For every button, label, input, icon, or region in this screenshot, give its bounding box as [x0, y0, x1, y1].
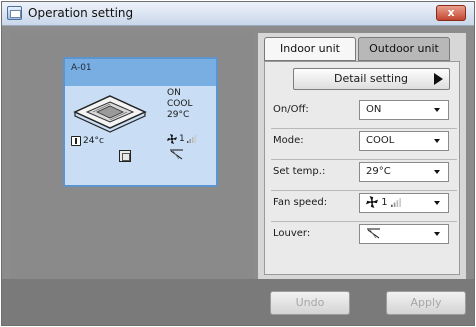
fanspeed-select[interactable]: 1	[359, 193, 449, 213]
fan-level-bars-icon	[390, 197, 401, 207]
fan-icon	[167, 134, 177, 144]
mode-row: Mode: COOL	[271, 129, 457, 160]
unit-preview-panel: A-01 ON COOL 29°C 24°c 1	[11, 33, 253, 279]
settemp-label: Set temp.:	[273, 166, 326, 177]
thermometer-icon	[71, 136, 81, 146]
fan-icon	[366, 196, 378, 208]
mode-label: Mode:	[273, 135, 304, 146]
unit-card[interactable]: A-01 ON COOL 29°C 24°c 1	[63, 57, 218, 187]
onoff-row: On/Off: ON	[271, 98, 457, 129]
room-temperature-value: 24°c	[83, 136, 104, 146]
louver-icon	[367, 228, 380, 239]
unit-name: A-01	[71, 63, 92, 73]
unit-status: ON COOL 29°C	[167, 88, 192, 121]
undo-button[interactable]: Undo	[270, 291, 350, 315]
fanspeed-value: 1	[381, 197, 388, 208]
chevron-down-icon	[434, 170, 440, 174]
mode-value: COOL	[366, 135, 395, 146]
footer-bar: Undo Apply	[2, 279, 474, 325]
settemp-row: Set temp.: 29°C	[271, 160, 457, 191]
ceiling-cassette-icon	[73, 95, 147, 133]
louver-icon	[170, 149, 183, 160]
app-window-icon	[7, 6, 22, 20]
tab-outdoor-unit[interactable]: Outdoor unit	[358, 37, 450, 61]
unit-fan-level: 1	[179, 134, 185, 144]
louver-row: Louver:	[271, 222, 457, 248]
unit-card-body: ON COOL 29°C 24°c 1	[65, 86, 216, 185]
chevron-down-icon	[434, 139, 440, 143]
settemp-value: 29°C	[366, 166, 391, 177]
unit-power-status: ON	[167, 88, 181, 98]
chevron-down-icon	[434, 232, 440, 236]
louver-select[interactable]	[359, 224, 449, 244]
mode-select[interactable]: COOL	[359, 131, 449, 151]
settings-panel: Indoor unit Outdoor unit Detail setting …	[258, 33, 466, 279]
onoff-value: ON	[366, 104, 382, 115]
tab-indoor-unit[interactable]: Indoor unit	[264, 37, 356, 61]
louver-label: Louver:	[273, 228, 311, 239]
unit-mode-status: COOL	[167, 99, 193, 109]
room-temperature: 24°c	[71, 136, 104, 146]
chevron-down-icon	[434, 201, 440, 205]
play-arrow-icon	[434, 73, 443, 85]
unit-fan-status: 1	[167, 134, 196, 144]
title-bar: Operation setting x	[2, 2, 474, 26]
fanspeed-label: Fan speed:	[273, 197, 328, 208]
unit-card-header: A-01	[65, 59, 216, 86]
detail-setting-button[interactable]: Detail setting	[293, 68, 450, 90]
onoff-label: On/Off:	[273, 104, 309, 115]
operation-setting-window: Operation setting x A-01 ON COOL 29°C 24…	[1, 1, 475, 326]
unit-settemp-status: 29°C	[167, 110, 190, 120]
chevron-down-icon	[434, 108, 440, 112]
close-button[interactable]: x	[436, 5, 466, 21]
fan-level-bars-icon	[186, 135, 196, 143]
settemp-select[interactable]: 29°C	[359, 162, 449, 182]
settings-body: Detail setting On/Off: ON Mode: COOL Set…	[264, 61, 460, 275]
filter-icon	[119, 150, 131, 162]
detail-setting-label: Detail setting	[334, 72, 409, 85]
apply-button[interactable]: Apply	[386, 291, 466, 315]
window-title: Operation setting	[28, 6, 134, 20]
onoff-select[interactable]: ON	[359, 100, 449, 120]
fanspeed-row: Fan speed: 1	[271, 191, 457, 222]
